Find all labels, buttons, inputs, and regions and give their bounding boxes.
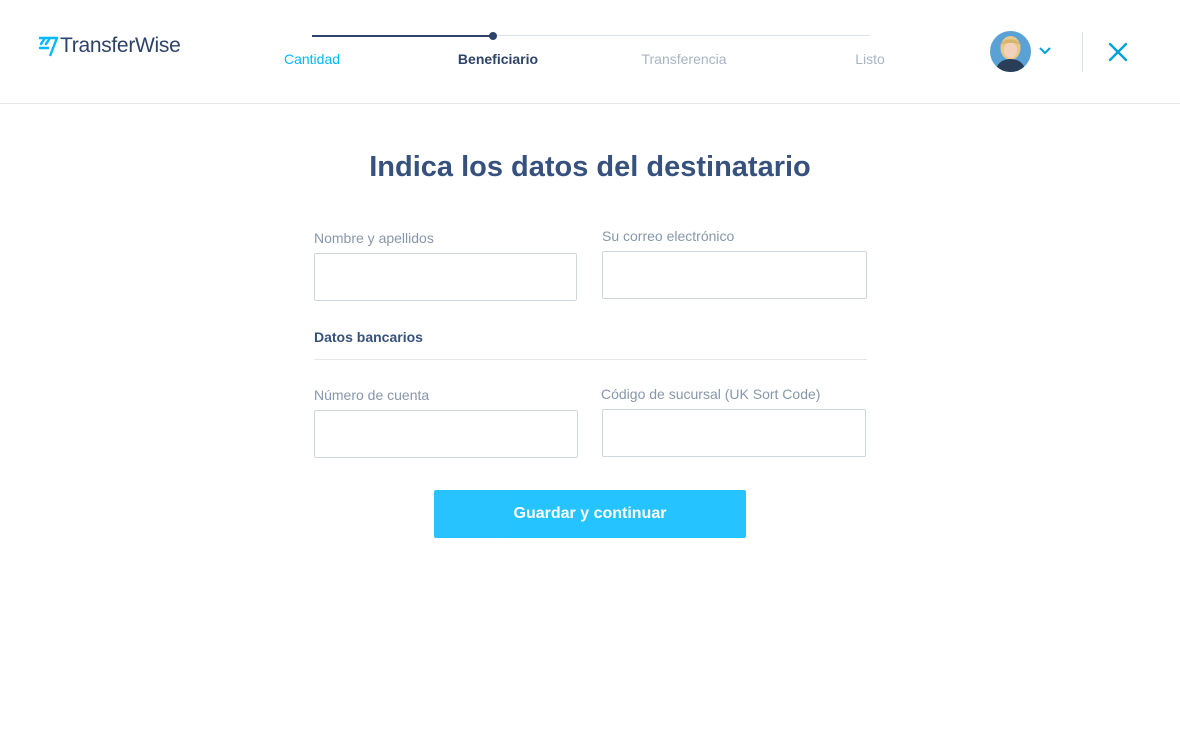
full-name-input[interactable]: [314, 253, 577, 301]
transferwise-logo[interactable]: TransferWise: [37, 33, 181, 59]
user-avatar[interactable]: [990, 31, 1031, 72]
sort-code-label: Código de sucursal (UK Sort Code): [601, 386, 821, 402]
account-number-input[interactable]: [314, 410, 578, 458]
email-input[interactable]: [602, 251, 867, 299]
progress-stepper: [312, 32, 870, 40]
bank-details-heading: Datos bancarios: [314, 329, 423, 345]
avatar-image: [990, 31, 1031, 72]
header-divider: [1082, 32, 1083, 72]
top-header: TransferWise Cantidad Beneficiario Trans…: [0, 0, 1180, 104]
step-cantidad[interactable]: Cantidad: [284, 51, 340, 67]
page: TransferWise Cantidad Beneficiario Trans…: [0, 0, 1180, 749]
close-icon[interactable]: [1107, 41, 1129, 63]
full-name-label: Nombre y apellidos: [314, 230, 434, 246]
email-label: Su correo electrónico: [602, 228, 735, 244]
transferwise-flag-icon: [38, 36, 59, 57]
chevron-down-icon[interactable]: [1038, 44, 1052, 58]
step-transferencia: Transferencia: [641, 51, 727, 67]
account-number-label: Número de cuenta: [314, 387, 430, 403]
save-and-continue-button[interactable]: Guardar y continuar: [434, 490, 746, 538]
step-beneficiario[interactable]: Beneficiario: [458, 51, 538, 67]
page-title: Indica los datos del destinatario: [369, 151, 811, 183]
logo-wordmark: TransferWise: [60, 34, 181, 57]
stepper-current-marker: [489, 32, 497, 40]
sort-code-input[interactable]: [602, 409, 866, 457]
section-divider: [314, 359, 867, 360]
step-listo: Listo: [855, 51, 885, 67]
stepper-progress: [312, 35, 493, 37]
